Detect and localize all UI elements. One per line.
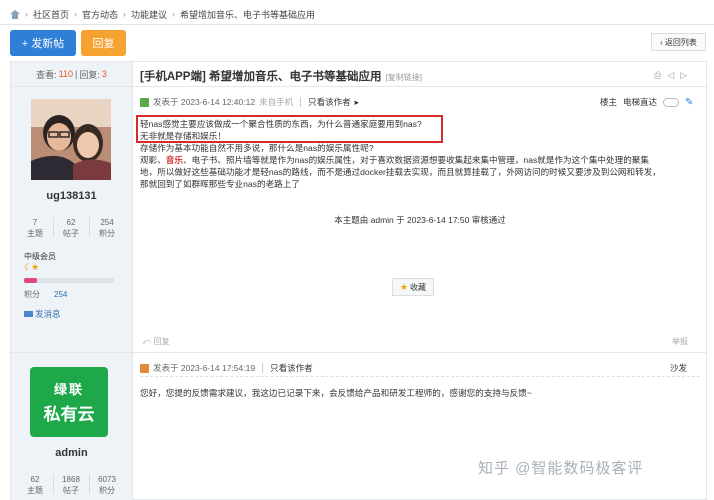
next-thread-icon[interactable]: ▷ (680, 70, 687, 81)
floor-label: 沙发 (670, 363, 688, 373)
thread-stats: 查看: 110 | 回复: 3 (11, 62, 132, 86)
floor-jump-input[interactable] (663, 97, 680, 107)
thread-title: [手机APP端] 希望增加音乐、电子书等基础应用 [复制链接] (140, 68, 422, 84)
only-author-link[interactable]: 只看该作者 (308, 96, 351, 108)
new-post-button[interactable]: + 发新帖 (10, 30, 76, 56)
report-link[interactable]: 举报 (672, 336, 688, 347)
stat-threads[interactable]: 62 主题 (18, 474, 52, 496)
avatar-text-line1: 绿联 (53, 382, 84, 397)
favorite-label: 收藏 (410, 282, 427, 292)
content-line: 存储作为基本功能自然不用多说，那什么是nas的娱乐属性呢? (140, 143, 374, 153)
views-count: 110 (58, 69, 73, 79)
calendar-icon (140, 363, 149, 373)
post-content: 您好，您提的反馈需求建议，我这边已记录下来，会反馈给产品和研发工程师的，感谢您的… (140, 388, 532, 398)
watermark: 知乎 @智能数码极客评 (478, 460, 644, 477)
floor-tools: 楼主 电梯直达 ✎ (600, 96, 693, 108)
stats-divider: | (75, 69, 78, 79)
title-tools: ⎙ ◁ ▷ (654, 70, 687, 81)
post-time: 发表于 2023-6-14 17:54:19 (153, 363, 256, 373)
mail-icon (24, 311, 33, 317)
rank-stars-icon: ☾★ (24, 262, 39, 272)
meta-separator (300, 97, 302, 107)
calendar-icon (140, 97, 149, 107)
breadcrumb-item-home[interactable]: 社区首页 (33, 8, 69, 21)
elevator-label: 电梯直达 (623, 97, 658, 107)
post-time: 发表于 2023-6-14 12:40:12 (153, 97, 256, 107)
floor-label: 楼主 (600, 97, 618, 107)
breadcrumb-separator: › (74, 9, 78, 19)
replies-count: 3 (101, 69, 107, 79)
send-message-link[interactable]: 发消息 (24, 308, 61, 320)
moderation-note: 本主题由 admin 于 2023-6-14 17:50 审核通过 (334, 215, 506, 225)
only-author-link[interactable]: 只看该作者 (270, 362, 313, 374)
level-progress (24, 278, 114, 283)
divider (140, 376, 700, 377)
send-message-label: 发消息 (35, 309, 61, 319)
star-icon: ★ (399, 281, 409, 292)
author-points: 积分 254 (24, 289, 67, 300)
user-rank[interactable]: 中级会员 (24, 251, 56, 262)
post-meta: 发表于 2023-6-14 17:54:19 只看该作者 (140, 362, 313, 374)
prev-thread-icon[interactable]: ◁ (667, 70, 674, 81)
stat-posts[interactable]: 1868 帖子 (54, 474, 88, 496)
breadcrumb-item-current[interactable]: 希望增加音乐、电子书等基础应用 (180, 8, 315, 21)
author-name[interactable]: ug138131 (11, 190, 132, 202)
wrench-icon[interactable]: ✎ (685, 97, 693, 108)
stat-points[interactable]: 254 积分 (90, 217, 124, 239)
divider (132, 62, 133, 500)
views-label: 查看: (36, 69, 57, 80)
stat-threads[interactable]: 7 主题 (18, 217, 52, 239)
reply-button-label: 回复 (92, 38, 115, 50)
points-value: 254 (54, 290, 68, 299)
author-stats: 62 主题 1868 帖子 6073 积分 (18, 474, 124, 496)
favorite-button[interactable]: ★ 收藏 (392, 278, 434, 296)
new-post-label: + 发新帖 (21, 38, 65, 50)
reply-button[interactable]: 回复 (81, 30, 126, 56)
post-meta: 发表于 2023-6-14 12:40:12 来自手机 只看该作者 ▸ (140, 96, 359, 108)
breadcrumb-item-suggestions[interactable]: 功能建议 (131, 8, 167, 21)
breadcrumb-separator: › (172, 9, 176, 19)
thread-title-text: [手机APP端] 希望增加音乐、电子书等基础应用 (140, 71, 382, 83)
points-label: 积分 (24, 290, 40, 299)
stat-points[interactable]: 6073 积分 (90, 474, 124, 496)
avatar[interactable]: 绿联 私有云 (30, 367, 108, 437)
copy-link[interactable]: [复制链接] (386, 73, 422, 82)
author-stats: 7 主题 62 帖子 254 积分 (18, 217, 124, 239)
content-line: 那就回到了如群晖那些专业nas的老路上了 (140, 179, 300, 189)
annotation-highlight-box (136, 115, 443, 143)
back-to-list-label: 返回列表 (664, 37, 697, 47)
reply-icon: ⤺ (142, 336, 151, 346)
content-highlight-word: 音乐 (165, 155, 183, 165)
home-icon[interactable] (10, 9, 20, 19)
breadcrumb-item-official[interactable]: 官方动态 (82, 8, 118, 21)
divider (11, 86, 707, 87)
content-line: 观影、音乐、电子书、照片墙等就是作为nas的娱乐属性，对于喜欢数据资源想要收集起… (140, 155, 649, 165)
replies-label: 回复: (79, 69, 100, 80)
print-icon[interactable]: ⎙ (654, 70, 661, 81)
breadcrumb-separator: › (25, 9, 28, 19)
post-reply-link[interactable]: ⤺ 回复 (142, 336, 170, 347)
divider (11, 352, 707, 353)
back-to-list-button[interactable]: ‹ 返回列表 (651, 33, 706, 51)
breadcrumb-separator: › (123, 9, 127, 19)
content-line: 地，所以做好这些基础功能才是轻nas的路线，而不是通过docker挂载去实现，而… (140, 167, 661, 177)
breadcrumb: › 社区首页 › 官方动态 › 功能建议 › 希望增加音乐、电子书等基础应用 (10, 7, 315, 21)
post-source: 来自手机 (259, 97, 294, 107)
post-reply-label: 回复 (153, 337, 170, 346)
avatar-text-line2: 私有云 (43, 405, 95, 424)
caret-right-icon: ▸ (354, 96, 359, 107)
meta-separator (262, 363, 264, 373)
avatar[interactable] (31, 99, 111, 180)
stat-posts[interactable]: 62 帖子 (54, 217, 88, 239)
level-progress-fill (24, 278, 37, 283)
author-name[interactable]: admin (11, 447, 132, 459)
divider (0, 24, 714, 25)
chevron-left-icon: ‹ (660, 37, 663, 47)
